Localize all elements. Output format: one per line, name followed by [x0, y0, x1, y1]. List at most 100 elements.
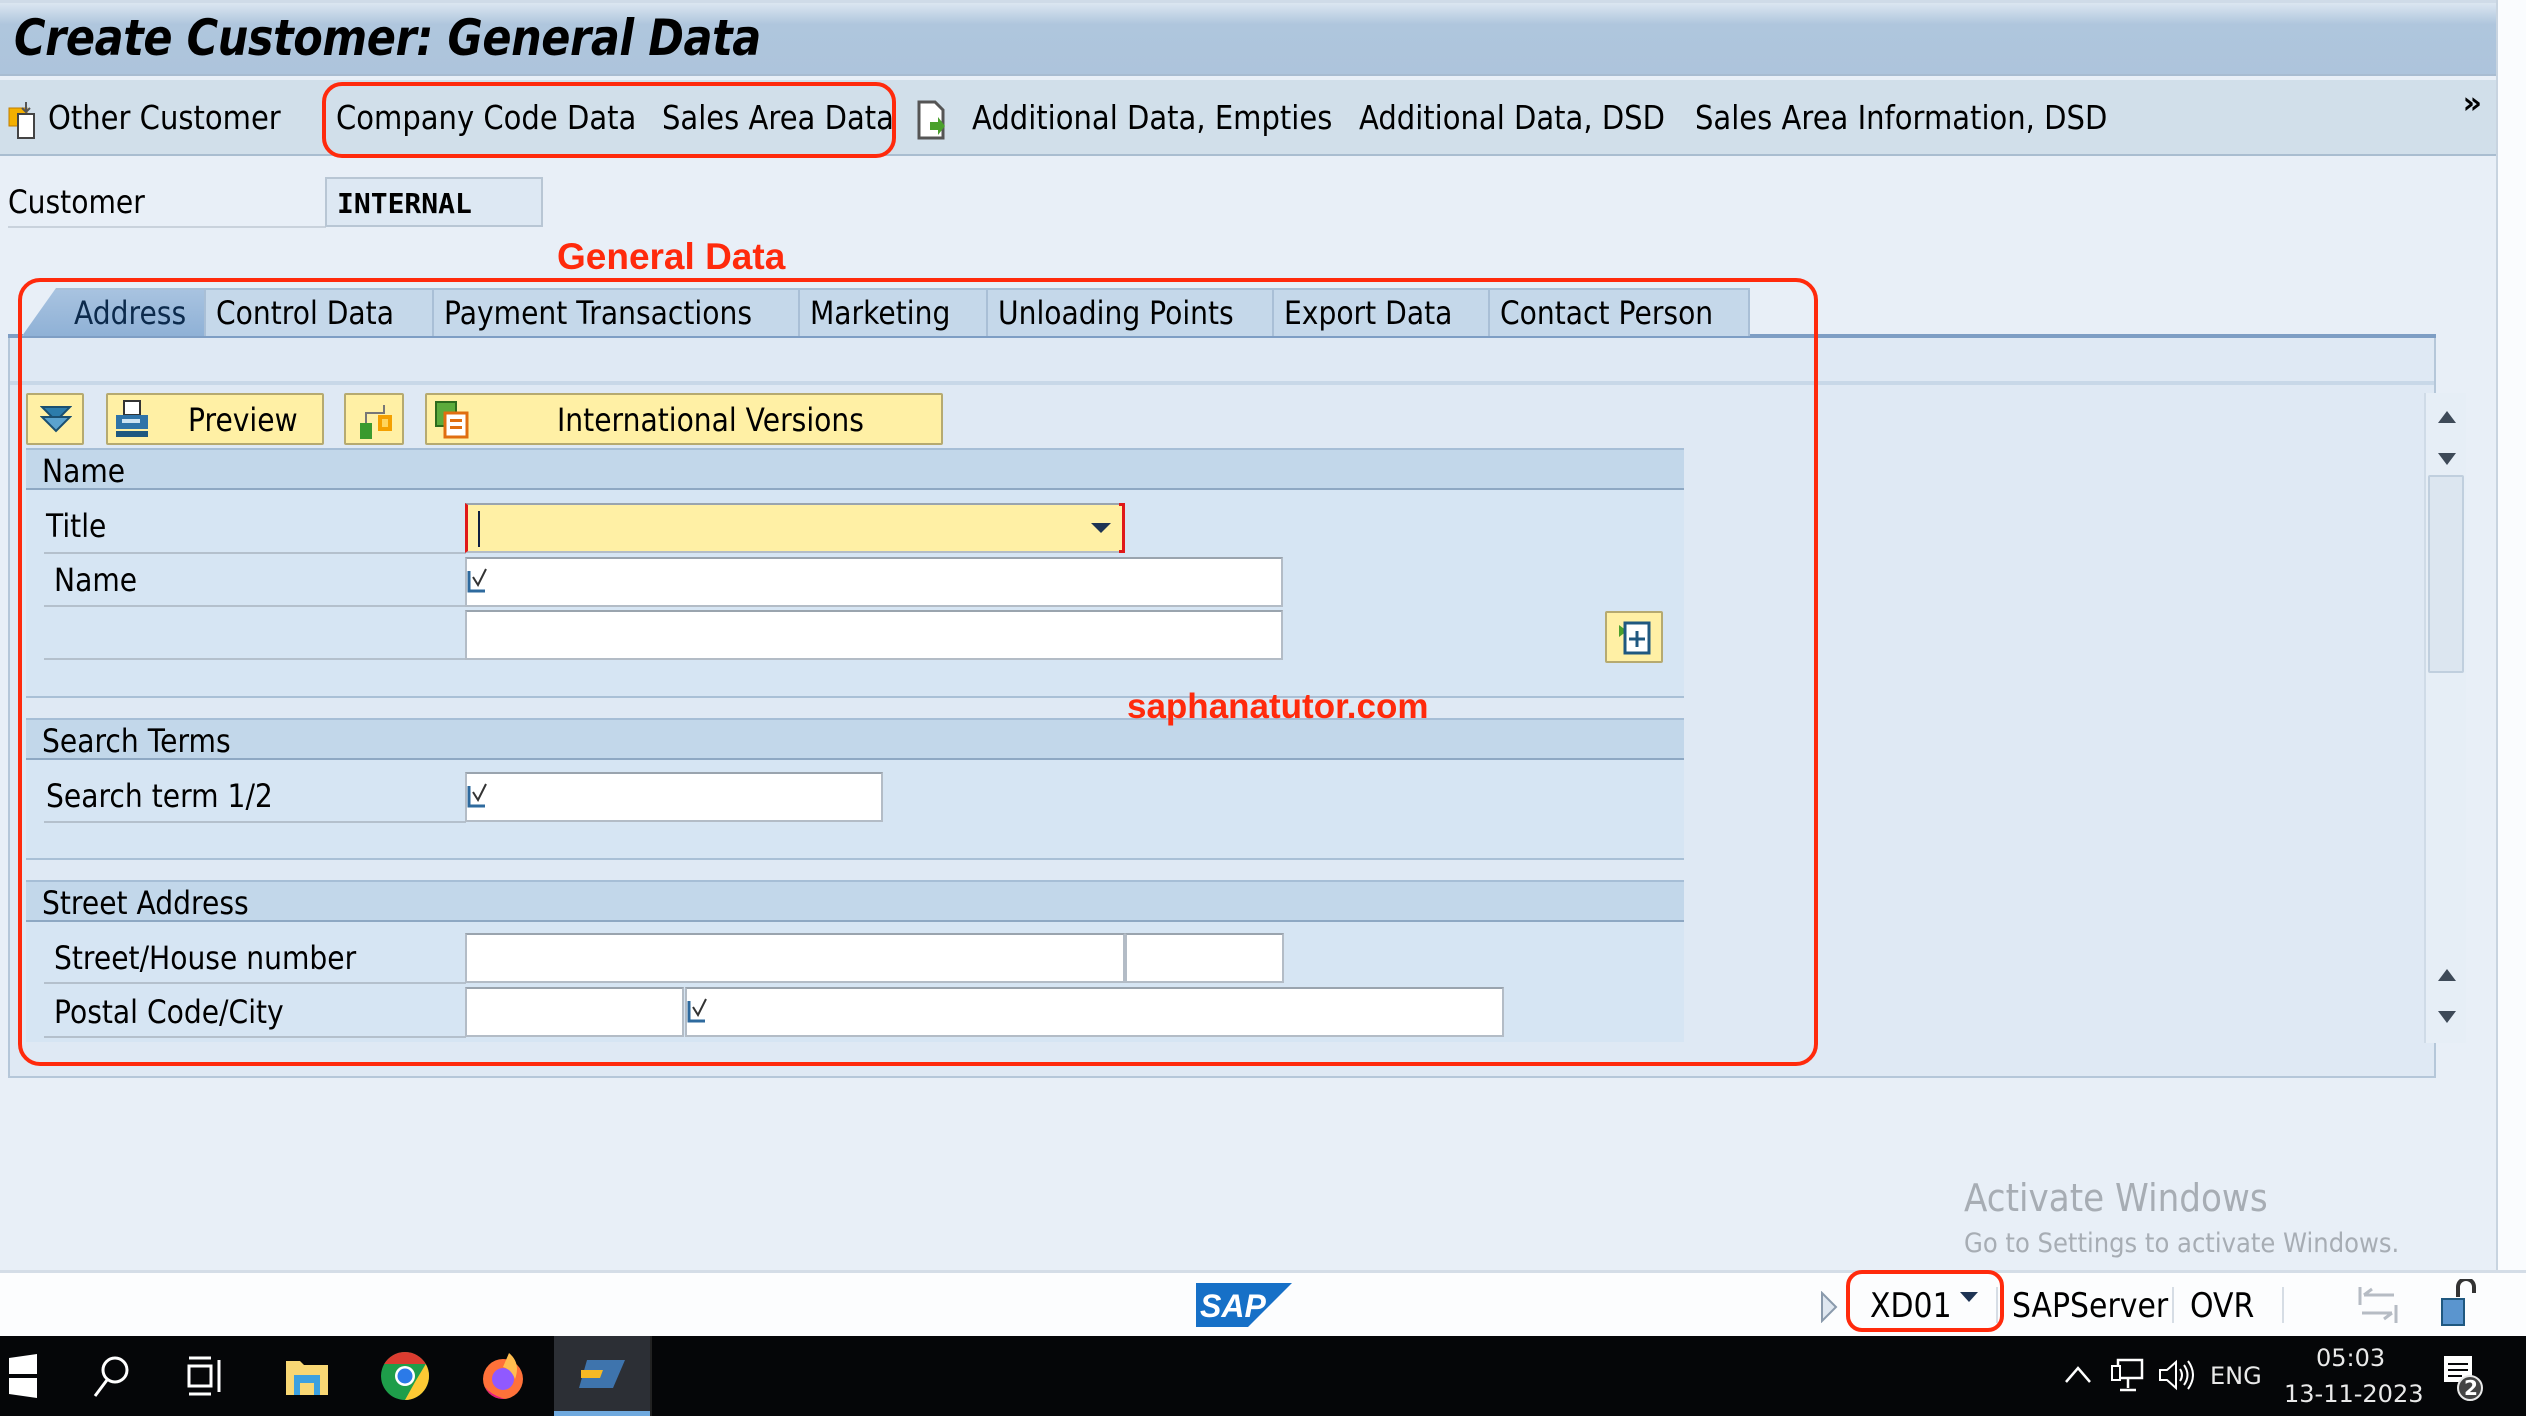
- tab-label: Control Data: [216, 294, 394, 332]
- sap-logon-button[interactable]: [554, 1336, 650, 1416]
- scroll-page-down-icon[interactable]: [2430, 999, 2464, 1033]
- file-explorer-button[interactable]: [262, 1336, 352, 1416]
- status-separator: [2172, 1287, 2174, 1323]
- name-label: Name: [54, 561, 138, 599]
- task-view-icon: [187, 1356, 221, 1396]
- international-versions-button[interactable]: International Versions: [425, 393, 943, 445]
- volume-icon[interactable]: [2158, 1358, 2194, 1392]
- required-marker: [1119, 503, 1125, 553]
- preview-label: Preview: [188, 401, 298, 439]
- document-arrow-icon: [917, 100, 945, 140]
- start-button[interactable]: [0, 1336, 62, 1416]
- international-versions-icon: [435, 401, 469, 439]
- section-title: Search Terms: [42, 722, 231, 760]
- window-title: Create Customer: General Data: [14, 9, 761, 67]
- status-bar: SAP XD01 SAPServer OVR: [0, 1270, 2526, 1336]
- window-right-edge: [2496, 0, 2526, 1270]
- sap-logo: SAP: [1196, 1283, 1292, 1327]
- activate-windows-subtitle: Go to Settings to activate Windows.: [1964, 1228, 2400, 1259]
- tab-marketing[interactable]: Marketing: [798, 288, 988, 336]
- tcode-dropdown-icon[interactable]: [1958, 1289, 1980, 1307]
- row-separator: [44, 605, 466, 607]
- tab-control-data[interactable]: Control Data: [204, 288, 434, 336]
- language-indicator[interactable]: ENG: [2210, 1362, 2262, 1390]
- house-number-field[interactable]: [1125, 933, 1284, 983]
- notification-count: 2: [2464, 1376, 2478, 1400]
- search-button[interactable]: [66, 1336, 156, 1416]
- tab-contact-person[interactable]: Contact Person: [1488, 288, 1750, 336]
- tab-unloading-points[interactable]: Unloading Points: [986, 288, 1274, 336]
- other-customer-icon: [8, 102, 35, 139]
- add-entry-icon: [1619, 621, 1651, 655]
- clock-time[interactable]: 05:03: [2316, 1344, 2385, 1372]
- panel-divider: [10, 381, 2434, 385]
- sales-area-data-button[interactable]: Sales Area Data: [662, 98, 894, 137]
- org-structure-icon: [360, 405, 392, 439]
- name-2-field[interactable]: [465, 610, 1283, 660]
- more-functions-button[interactable]: »: [2463, 86, 2482, 121]
- tab-strip: Address Control Data Payment Transaction…: [8, 286, 2436, 338]
- required-check-icon: [687, 998, 707, 1023]
- customer-label: Customer: [8, 183, 145, 221]
- sap-logon-icon: [579, 1359, 625, 1388]
- search-term-field[interactable]: [465, 772, 883, 822]
- street-field[interactable]: [465, 933, 1125, 983]
- more-name-fields-button[interactable]: [1605, 611, 1663, 663]
- city-field[interactable]: [685, 987, 1504, 1037]
- tab-label: Unloading Points: [998, 294, 1234, 332]
- section-header-street-address: Street Address: [26, 880, 1684, 922]
- org-structure-button[interactable]: [344, 393, 404, 445]
- task-view-button[interactable]: [160, 1336, 250, 1416]
- expand-collapse-button[interactable]: [26, 393, 84, 445]
- annotation-general-data: General Data: [557, 236, 786, 277]
- other-customer-button[interactable]: Other Customer: [48, 98, 281, 137]
- company-code-data-button[interactable]: Company Code Data: [336, 98, 636, 137]
- tab-label: Contact Person: [1500, 294, 1714, 332]
- tab-label: Payment Transactions: [444, 294, 752, 332]
- tab-payment-transactions[interactable]: Payment Transactions: [432, 288, 800, 336]
- row-separator: [44, 658, 466, 660]
- scroll-up-icon[interactable]: [2430, 401, 2464, 435]
- search-term-label: Search term 1/2: [46, 777, 273, 815]
- additional-data-empties-button[interactable]: Additional Data, Empties: [972, 98, 1332, 137]
- chrome-icon: [381, 1352, 430, 1400]
- chevron-up-icon[interactable]: [2064, 1364, 2092, 1384]
- name-field[interactable]: [465, 557, 1283, 607]
- row-separator: [44, 821, 466, 823]
- expand-status-icon[interactable]: [1820, 1291, 1838, 1323]
- street-house-label: Street/House number: [54, 939, 357, 977]
- windows-logo-icon: [9, 1354, 37, 1398]
- title-dropdown[interactable]: [465, 503, 1125, 553]
- server-name: SAPServer: [2012, 1286, 2169, 1326]
- postal-city-label: Postal Code/City: [54, 993, 284, 1031]
- scroll-down-icon[interactable]: [2430, 441, 2464, 475]
- scrollbar-thumb[interactable]: [2428, 475, 2464, 673]
- section-title: Name: [42, 452, 126, 490]
- additional-data-dsd-button[interactable]: Additional Data, DSD: [1359, 98, 1665, 137]
- postal-code-field[interactable]: [465, 987, 684, 1037]
- section-header-search-terms: Search Terms: [26, 718, 1684, 760]
- search-icon: [93, 1356, 129, 1397]
- tab-export-data[interactable]: Export Data: [1272, 288, 1490, 336]
- title-label: Title: [46, 507, 107, 545]
- scroll-page-up-icon[interactable]: [2430, 959, 2464, 993]
- tab-label: Marketing: [810, 294, 951, 332]
- clock-date[interactable]: 13-11-2023: [2284, 1380, 2423, 1408]
- notification-center-button[interactable]: 2: [2440, 1352, 2484, 1402]
- section-header-name: Name: [26, 448, 1684, 490]
- insert-mode: OVR: [2190, 1286, 2255, 1326]
- chevron-down-icon[interactable]: [1089, 519, 1113, 539]
- required-check-icon: [467, 783, 487, 808]
- lock-icon[interactable]: [2438, 1279, 2478, 1329]
- chrome-button[interactable]: [360, 1336, 450, 1416]
- sales-area-information-dsd-button[interactable]: Sales Area Information, DSD: [1695, 98, 2107, 137]
- network-icon[interactable]: [2110, 1358, 2144, 1396]
- sap-logo-text: SAP: [1200, 1288, 1266, 1324]
- firefox-button[interactable]: [458, 1336, 548, 1416]
- application-toolbar: Other Customer Company Code Data Sales A…: [0, 80, 2496, 156]
- title-bar: Create Customer: General Data: [0, 0, 2496, 76]
- tab-address[interactable]: Address: [22, 288, 206, 336]
- customer-number-field: INTERNAL: [325, 177, 543, 227]
- preview-button[interactable]: Preview: [106, 393, 324, 445]
- transaction-code: XD01: [1870, 1286, 1952, 1326]
